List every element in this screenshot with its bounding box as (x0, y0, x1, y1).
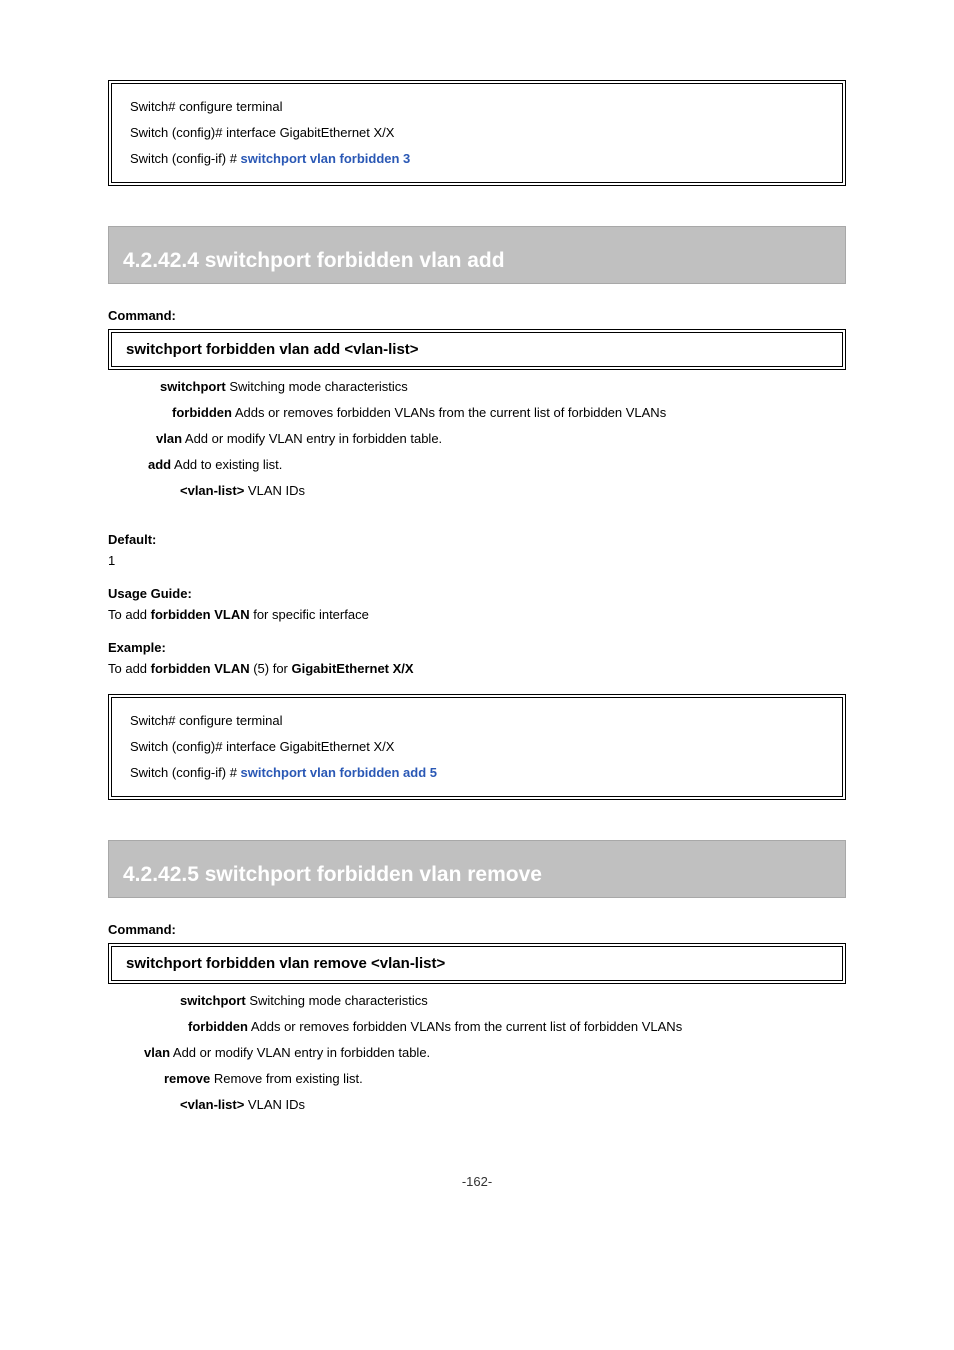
param-name: vlan (144, 1045, 170, 1060)
param-name: forbidden (188, 1019, 248, 1034)
param-row: remove Remove from existing list. (108, 1066, 846, 1092)
param-row: vlan Add or modify VLAN entry in forbidd… (108, 1040, 846, 1066)
param-row: <vlan-list> VLAN IDs (108, 1092, 846, 1118)
code-line: Switch (config)# interface GigabitEthern… (130, 734, 824, 760)
param-row: switchport Switching mode characteristic… (108, 988, 846, 1014)
param-desc: Remove from existing list. (210, 1071, 362, 1086)
param-row: forbidden Adds or removes forbidden VLAN… (108, 400, 846, 426)
code-prefix: Switch (config-if) # (130, 151, 241, 166)
code-prefix: Switch (config-if) # (130, 765, 241, 780)
text: To add (108, 607, 151, 622)
command-label: Command: (108, 308, 846, 323)
text-bold: forbidden VLAN (151, 607, 250, 622)
code-line: Switch# configure terminal (130, 94, 824, 120)
code-block-example: Switch# configure terminal Switch (confi… (108, 694, 846, 800)
param-desc: Adds or removes forbidden VLANs from the… (248, 1019, 682, 1034)
param-desc: Add to existing list. (171, 457, 282, 472)
code-block-top: Switch# configure terminal Switch (confi… (108, 80, 846, 186)
param-name: vlan (156, 431, 182, 446)
code-line: Switch (config)# interface GigabitEthern… (130, 120, 824, 146)
param-desc: Switching mode characteristics (246, 993, 428, 1008)
code-line: Switch (config-if) # switchport vlan for… (130, 760, 824, 786)
usage-body: To add forbidden VLAN for specific inter… (108, 607, 846, 622)
param-name: forbidden (172, 405, 232, 420)
default-label: Default: (108, 532, 846, 547)
page-number: -162- (108, 1174, 846, 1189)
syntax-text: switchport forbidden vlan add <vlan-list… (126, 341, 419, 358)
syntax-text: switchport forbidden vlan remove <vlan-l… (126, 955, 445, 972)
text: for specific interface (250, 607, 369, 622)
param-desc: Switching mode characteristics (226, 379, 408, 394)
param-row: vlan Add or modify VLAN entry in forbidd… (108, 426, 846, 452)
usage-label: Usage Guide: (108, 586, 846, 601)
param-name: <vlan-list> (180, 1097, 244, 1112)
param-name: switchport (160, 379, 226, 394)
page-content: Switch# configure terminal Switch (confi… (0, 0, 954, 1229)
param-name: add (148, 457, 171, 472)
code-command: switchport vlan forbidden 3 (241, 151, 411, 166)
default-value: 1 (108, 553, 846, 568)
section-title: 4.2.42.5 switchport forbidden vlan remov… (123, 863, 831, 887)
param-row: add Add to existing list. (108, 452, 846, 478)
param-desc: Adds or removes forbidden VLANs from the… (232, 405, 666, 420)
param-desc: Add or modify VLAN entry in forbidden ta… (182, 431, 442, 446)
syntax-box: switchport forbidden vlan remove <vlan-l… (108, 943, 846, 984)
param-desc: VLAN IDs (244, 1097, 305, 1112)
syntax-box: switchport forbidden vlan add <vlan-list… (108, 329, 846, 370)
example-label: Example: (108, 640, 846, 655)
command-label: Command: (108, 922, 846, 937)
text: (5) for (250, 661, 292, 676)
example-body: To add forbidden VLAN (5) for GigabitEth… (108, 661, 846, 676)
param-row: forbidden Adds or removes forbidden VLAN… (108, 1014, 846, 1040)
param-name: switchport (180, 993, 246, 1008)
text: To add (108, 661, 151, 676)
code-line: Switch (config-if) # switchport vlan for… (130, 146, 824, 172)
param-name: remove (164, 1071, 210, 1086)
param-desc: VLAN IDs (244, 483, 305, 498)
section-title: 4.2.42.4 switchport forbidden vlan add (123, 249, 831, 273)
code-command: switchport vlan forbidden add 5 (241, 765, 437, 780)
section-header: 4.2.42.4 switchport forbidden vlan add (108, 226, 846, 284)
section-header: 4.2.42.5 switchport forbidden vlan remov… (108, 840, 846, 898)
param-name: <vlan-list> (180, 483, 244, 498)
param-desc: Add or modify VLAN entry in forbidden ta… (170, 1045, 430, 1060)
param-row: <vlan-list> VLAN IDs (108, 478, 846, 504)
param-row: switchport Switching mode characteristic… (108, 374, 846, 400)
text-bold: forbidden VLAN (151, 661, 250, 676)
text-bold: GigabitEthernet X/X (292, 661, 414, 676)
code-line: Switch# configure terminal (130, 708, 824, 734)
